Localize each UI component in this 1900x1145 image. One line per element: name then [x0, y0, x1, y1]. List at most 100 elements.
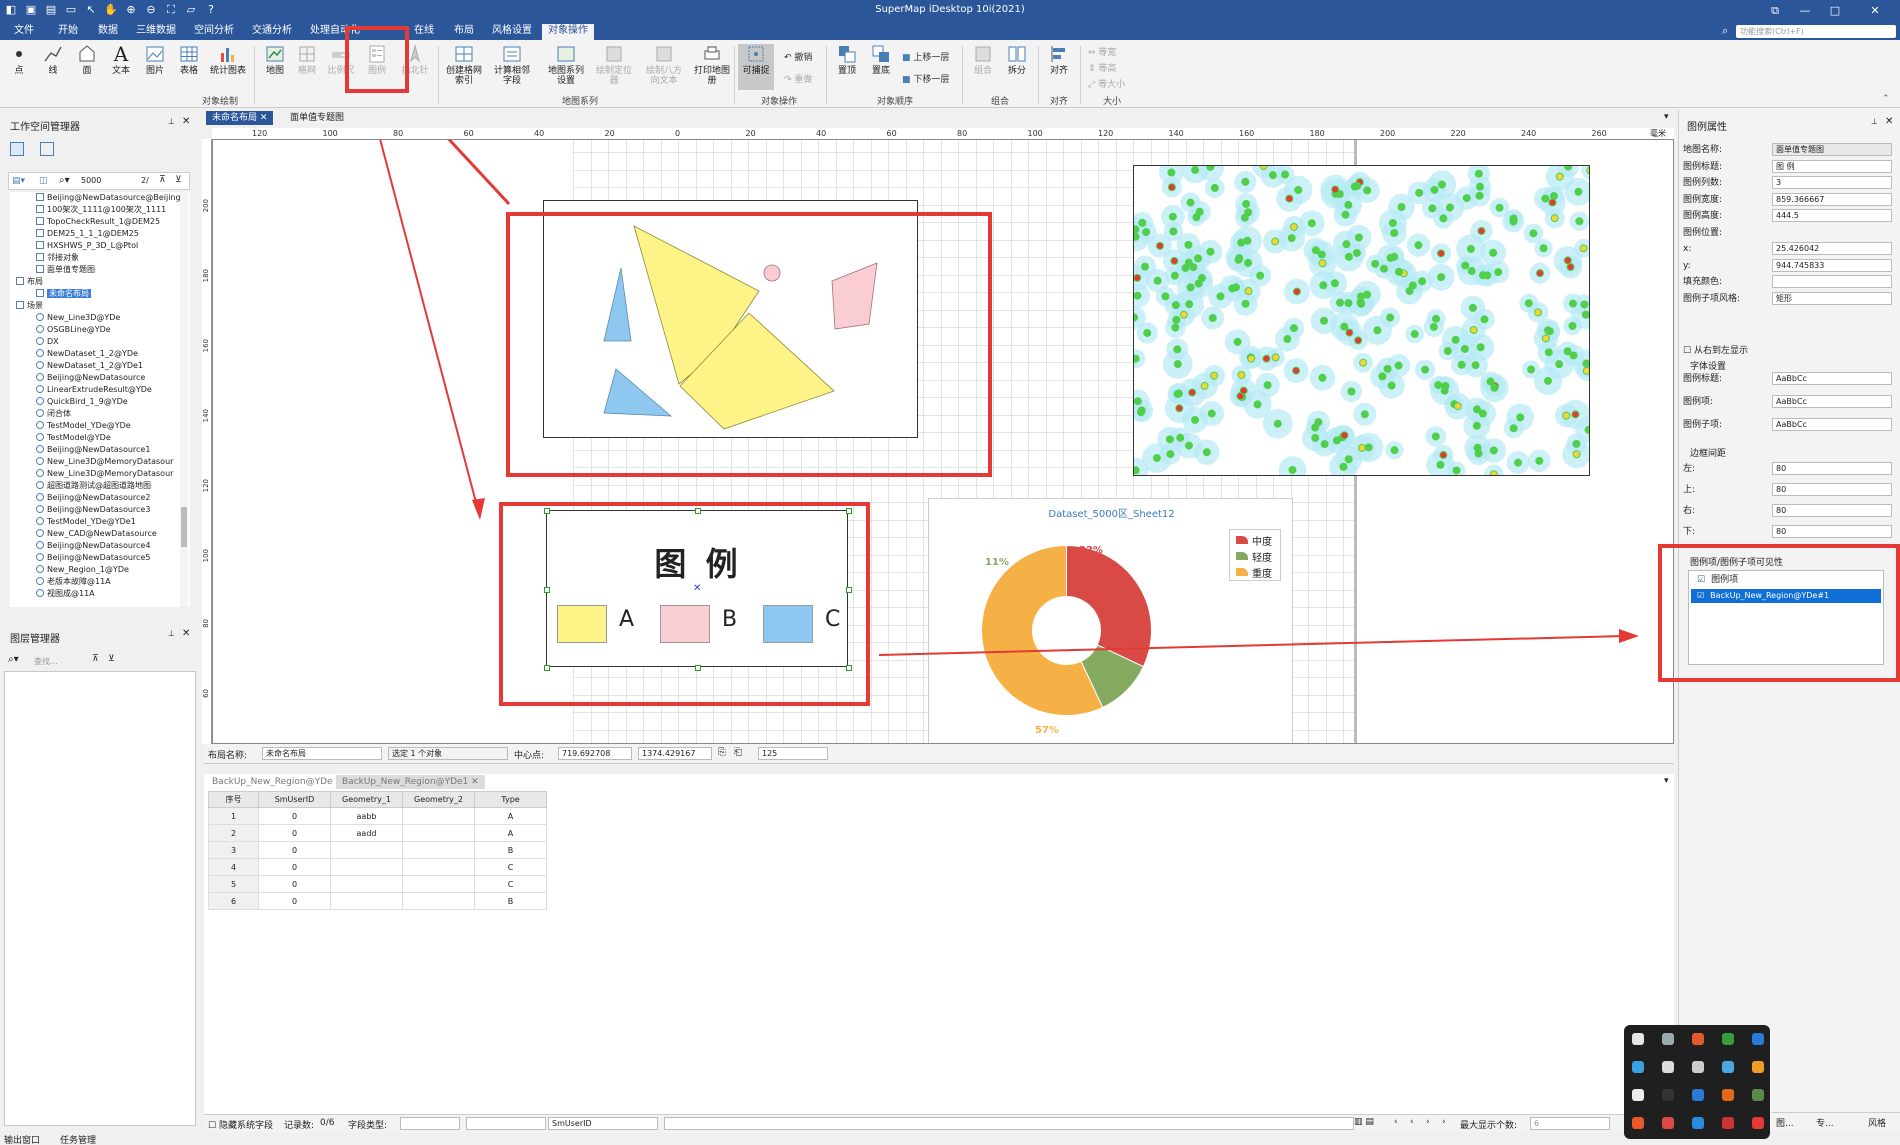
table-header[interactable]: SmUserID: [258, 791, 331, 808]
table-cell[interactable]: 2: [208, 824, 259, 842]
field-type-field[interactable]: [400, 1117, 460, 1130]
table-cell[interactable]: [330, 841, 403, 859]
prop-value-field[interactable]: 矩形: [1772, 291, 1892, 305]
tree-item[interactable]: New_Line3D@MemoryDatasour: [36, 456, 173, 468]
pin-icon[interactable]: ⊥: [168, 629, 175, 638]
tab-dropdown-icon[interactable]: ▾: [1664, 112, 1669, 122]
restore-icon[interactable]: ⧉: [1760, 2, 1790, 20]
tray-app-icon[interactable]: [1662, 1117, 1674, 1129]
zoom-out-icon[interactable]: ⊖: [144, 3, 158, 17]
table-cell[interactable]: 0: [258, 807, 331, 825]
menu-style[interactable]: 风格设置: [486, 24, 538, 38]
folder-icon[interactable]: ▱: [184, 3, 198, 17]
margin-stepper[interactable]: 80: [1772, 525, 1892, 538]
table-cell[interactable]: 1: [208, 807, 259, 825]
font-prop-select[interactable]: AaBbCc: [1772, 395, 1892, 408]
tree-item[interactable]: Beijing@NewDatasource3: [36, 504, 150, 516]
table-header[interactable]: 序号: [208, 791, 259, 808]
prop-value-field[interactable]: 944.745833: [1772, 258, 1892, 272]
table-cell[interactable]: [402, 807, 475, 825]
menu-object-ops[interactable]: 对象操作: [542, 24, 594, 40]
table-row[interactable]: 1 0 aabb A: [208, 807, 547, 825]
insert-image-button[interactable]: 图片: [138, 44, 172, 76]
center-x-field[interactable]: 719.692708: [558, 747, 632, 760]
app-icon[interactable]: ◧: [4, 3, 18, 17]
table-cell[interactable]: 3: [208, 841, 259, 859]
insert-map-button[interactable]: 地图: [258, 44, 292, 76]
pan-icon[interactable]: ✋: [104, 3, 118, 17]
tab-attr-region[interactable]: BackUp_New_Region@YDe: [206, 775, 339, 789]
table-cell[interactable]: 4: [208, 858, 259, 876]
table-view-icon[interactable]: ▥ ▤: [1354, 1117, 1374, 1127]
tree-item[interactable]: TopoCheckResult_1@DEM25: [36, 216, 160, 228]
tree-item[interactable]: 邻接对象: [36, 252, 79, 264]
table-cell[interactable]: [402, 824, 475, 842]
tree-item[interactable]: 面单值专题图: [36, 264, 95, 276]
table-row[interactable]: 2 0 aadd A: [208, 824, 547, 842]
menu-spatial-analysis[interactable]: 空间分析: [188, 24, 240, 38]
tree-item[interactable]: 未命名布局: [36, 288, 91, 300]
tab-task-manager[interactable]: 任务管理: [60, 1133, 96, 1145]
split-button[interactable]: 拆分: [1000, 44, 1034, 76]
table-row[interactable]: 50 C: [208, 875, 547, 893]
table-cell[interactable]: C: [474, 858, 547, 876]
insert-grid-button[interactable]: 格网: [290, 44, 324, 76]
table-cell[interactable]: 6: [208, 892, 259, 910]
zoom-field[interactable]: 125: [758, 747, 828, 760]
tree-item[interactable]: Beijing@NewDatasource2: [36, 492, 150, 504]
margin-stepper[interactable]: 80: [1772, 462, 1892, 475]
tray-app-icon[interactable]: [1632, 1033, 1644, 1045]
menu-3d-data[interactable]: 三维数据: [130, 24, 182, 38]
equal-height-button[interactable]: ⇕ 等高: [1088, 61, 1116, 74]
tree-item[interactable]: NewDataset_1_2@YDe: [36, 348, 138, 360]
redo-button[interactable]: ↷ 重做: [784, 72, 812, 85]
function-search-box[interactable]: ⌕ 功能搜索(Ctrl+F): [1722, 24, 1896, 38]
snap-button[interactable]: 可捕捉: [738, 44, 774, 90]
create-grid-index-button[interactable]: 创建格网索引: [444, 44, 484, 86]
locate-icon[interactable]: ◫: [39, 176, 48, 186]
prop-value-field[interactable]: 859.366667: [1772, 192, 1892, 206]
table-cell[interactable]: [402, 841, 475, 859]
tree-item[interactable]: Beijing@NewDatasource4: [36, 540, 150, 552]
table-cell[interactable]: aadd: [330, 824, 403, 842]
table-cell[interactable]: aabb: [330, 807, 403, 825]
menu-traffic-analysis[interactable]: 交通分析: [246, 24, 298, 38]
tree-item[interactable]: 100架次_1111@100架次_1111: [36, 204, 166, 216]
copy-icon[interactable]: ⎘: [718, 747, 726, 758]
undo-button[interactable]: ↶ 撤销: [784, 50, 812, 63]
calc-adjacent-button[interactable]: 计算相邻字段: [490, 44, 534, 86]
open-icon[interactable]: ▭: [64, 3, 78, 17]
draw-locator-button[interactable]: 绘制定位器: [594, 44, 634, 86]
side-tab-theme[interactable]: 专...: [1816, 1116, 1834, 1129]
tree-group[interactable]: 布局: [16, 276, 43, 288]
tree-item[interactable]: 视图成@11A: [36, 588, 95, 600]
send-to-back-button[interactable]: 置底: [864, 44, 898, 76]
table-cell[interactable]: B: [474, 841, 547, 859]
tree-item[interactable]: Beijing@NewDatasource1: [36, 444, 150, 456]
tree-item[interactable]: New_Line3D@YDe: [36, 312, 120, 324]
draw-line-button[interactable]: 线: [36, 44, 70, 76]
table-row[interactable]: 40 C: [208, 858, 547, 876]
tree-item[interactable]: Beijing@NewDatasource@Beijing: [36, 192, 181, 204]
collapse-ribbon-icon[interactable]: ⌃: [1882, 94, 1890, 104]
tray-app-icon[interactable]: [1662, 1061, 1674, 1073]
tree-item[interactable]: 老版本故障@11A: [36, 576, 111, 588]
tray-app-icon[interactable]: [1722, 1033, 1734, 1045]
tree-scrollbar[interactable]: [180, 192, 188, 607]
tree-item[interactable]: NewDataset_1_2@YDe1: [36, 360, 143, 372]
panel-close-icon[interactable]: ✕: [182, 628, 190, 639]
tray-app-icon[interactable]: [1632, 1089, 1644, 1101]
table-cell[interactable]: [402, 858, 475, 876]
table-cell[interactable]: C: [474, 875, 547, 893]
equal-size-button[interactable]: ⤢ 等大小: [1088, 77, 1125, 90]
attr-dropdown-icon[interactable]: ▾: [1664, 776, 1669, 786]
tree-item[interactable]: Beijing@NewDatasource: [36, 372, 145, 384]
table-cell[interactable]: 5: [208, 875, 259, 893]
margin-stepper[interactable]: 80: [1772, 504, 1892, 517]
tray-app-icon[interactable]: [1692, 1033, 1704, 1045]
prev-page-icon[interactable]: ‹: [1410, 1117, 1414, 1127]
tree-item[interactable]: DEM25_1_1_1@DEM25: [36, 228, 139, 240]
tab-output-window[interactable]: 输出窗口: [4, 1133, 40, 1145]
tray-app-icon[interactable]: [1632, 1117, 1644, 1129]
table-header[interactable]: Type: [474, 791, 547, 808]
